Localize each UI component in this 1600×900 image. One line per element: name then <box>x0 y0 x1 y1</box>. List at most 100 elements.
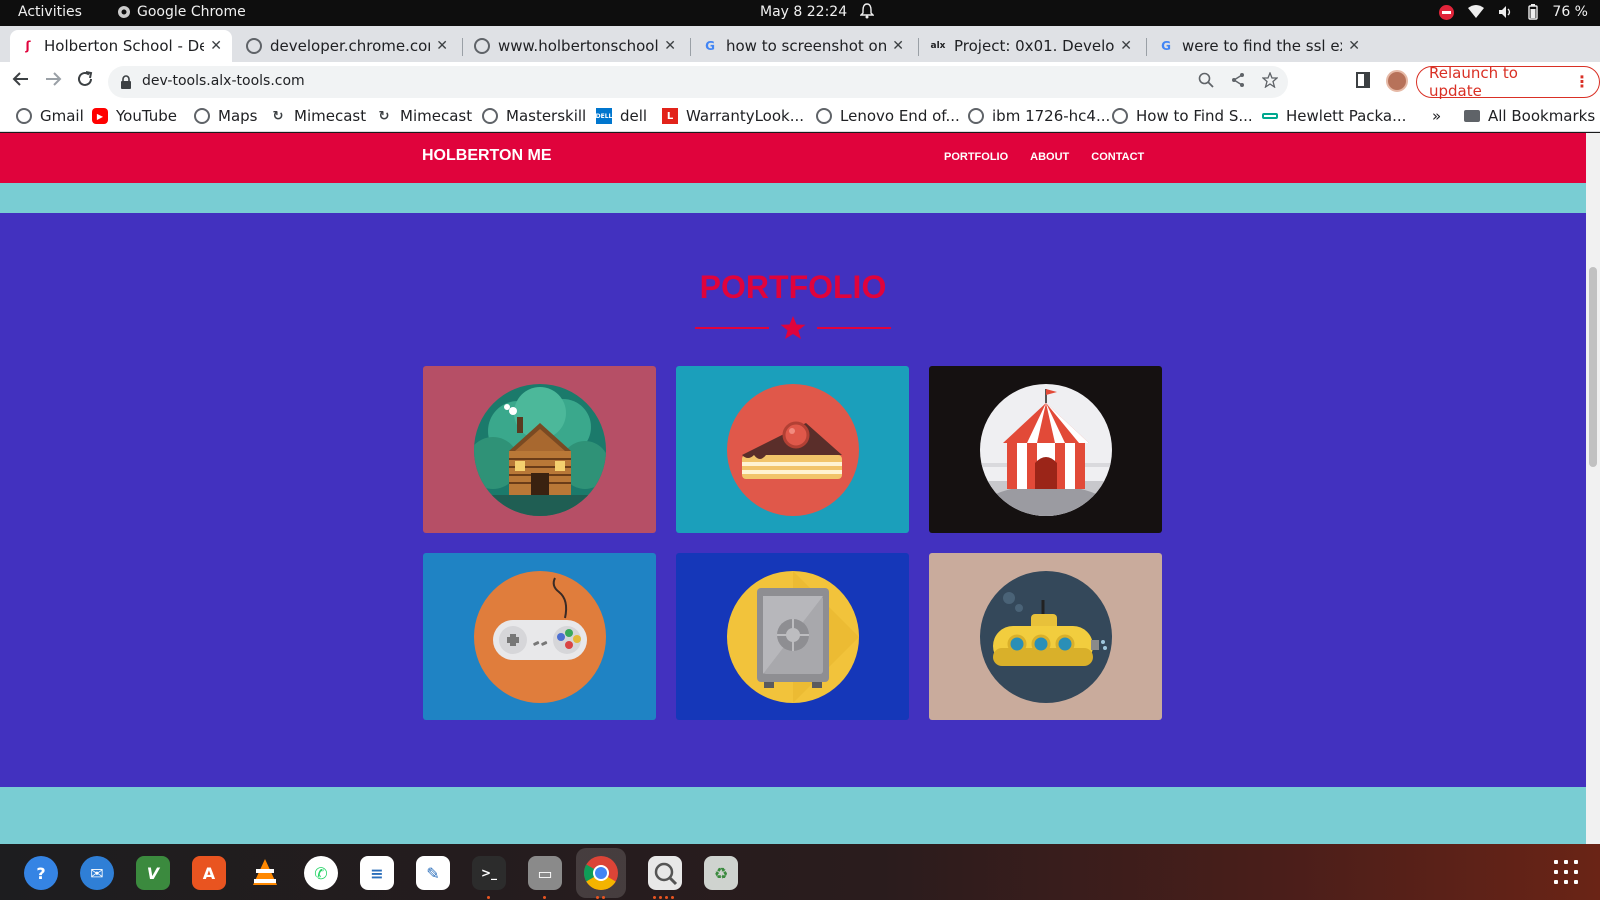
bookmarks-bar: Gmail ▶ YouTube Maps ↻ Mimecast ↻ Mimecast … <box>0 102 1600 132</box>
page-viewport: HOLBERTON ME PORTFOLIO ABOUT CONTACT POR… <box>0 133 1586 844</box>
share-icon[interactable] <box>1230 72 1246 92</box>
terminal-icon[interactable]: >_ <box>472 856 506 890</box>
software-center-icon[interactable]: A <box>192 856 226 890</box>
activities-button[interactable]: Activities <box>18 4 82 20</box>
close-icon[interactable]: ✕ <box>1348 38 1360 54</box>
relaunch-button[interactable]: Relaunch to update ⋮ <box>1416 64 1600 100</box>
portfolio-card-controller[interactable] <box>423 553 656 720</box>
mimecast-icon: ↻ <box>272 108 284 124</box>
files-icon[interactable]: ▭ <box>528 856 562 890</box>
show-apps-icon[interactable] <box>1554 860 1578 884</box>
text-editor-icon[interactable]: ✎ <box>416 856 450 890</box>
globe-icon <box>816 108 832 124</box>
portfolio-card-cake[interactable] <box>676 366 909 533</box>
bookmark-hewlett-packard[interactable]: Hewlett Packa... <box>1262 107 1406 125</box>
site-header: HOLBERTON ME PORTFOLIO ABOUT CONTACT <box>0 133 1586 183</box>
game-controller-image <box>473 570 606 703</box>
volume-icon <box>1499 6 1511 18</box>
hp-icon <box>1262 113 1278 119</box>
mimecast-icon: ↻ <box>378 108 390 124</box>
thunderbird-icon[interactable]: ✉ <box>80 856 114 890</box>
page-scrollbar[interactable] <box>1586 133 1600 844</box>
notification-bell-icon[interactable] <box>859 3 875 23</box>
vlc-icon[interactable] <box>248 856 282 890</box>
trash-icon[interactable]: ♻ <box>704 856 738 890</box>
battery-percent: 76 % <box>1552 4 1588 20</box>
bookmark-warrantylook[interactable]: L WarrantyLook... <box>662 107 804 125</box>
app-menu[interactable]: Google Chrome <box>117 4 246 20</box>
site-nav: PORTFOLIO ABOUT CONTACT <box>944 151 1144 163</box>
bookmark-dell[interactable]: DELL dell <box>596 107 647 125</box>
help-icon[interactable]: ? <box>24 856 58 890</box>
scrollbar-thumb[interactable] <box>1589 267 1597 467</box>
holberton-icon: ʃ <box>25 39 31 53</box>
tab-project[interactable]: alx Project: 0x01. Develope ✕ <box>920 30 1142 62</box>
whatsapp-icon[interactable]: ✆ <box>304 856 338 890</box>
bookmark-youtube[interactable]: ▶ YouTube <box>92 107 177 125</box>
close-icon[interactable]: ✕ <box>664 38 676 54</box>
forward-arrow-icon[interactable] <box>44 70 62 93</box>
battery-icon <box>1528 4 1539 20</box>
portfolio-card-circus[interactable] <box>929 366 1162 533</box>
globe-icon <box>474 38 490 54</box>
tab-holbertonschool[interactable]: www.holbertonschool. ✕ <box>464 30 686 62</box>
more-menu-icon[interactable]: ⋮ <box>1574 72 1590 91</box>
address-bar[interactable]: dev-tools.alx-tools.com <box>108 66 1288 98</box>
system-tray[interactable]: 76 % <box>1439 4 1588 20</box>
back-arrow-icon[interactable] <box>12 70 30 93</box>
nav-portfolio[interactable]: PORTFOLIO <box>944 151 1008 163</box>
relaunch-label: Relaunch to update <box>1429 64 1518 100</box>
bookmark-star-icon[interactable] <box>1261 71 1279 92</box>
writer-icon[interactable]: ≡ <box>360 856 394 890</box>
bookmark-how-to-find[interactable]: How to Find S... <box>1112 107 1253 125</box>
bookmark-ibm[interactable]: ibm 1726-hc4... <box>968 107 1110 125</box>
url-text[interactable]: dev-tools.alx-tools.com <box>142 73 305 89</box>
bookmarks-overflow-button[interactable]: » <box>1432 107 1441 125</box>
image-viewer-icon[interactable] <box>648 856 682 890</box>
bookmark-maps[interactable]: Maps <box>194 107 257 125</box>
portfolio-card-safe[interactable] <box>676 553 909 720</box>
tab-strip: ʃ Holberton School - Dev ✕ developer.chr… <box>0 26 1600 82</box>
vim-icon[interactable]: V <box>136 856 170 890</box>
log-cabin-image <box>473 383 606 516</box>
bookmark-masterskill[interactable]: Masterskill <box>482 107 586 125</box>
portfolio-title: PORTFOLIO <box>699 269 887 305</box>
running-indicator <box>653 896 674 899</box>
close-icon[interactable]: ✕ <box>1120 38 1132 54</box>
bookmark-mimecast[interactable]: ↻ Mimecast <box>270 107 367 125</box>
bookmark-gmail[interactable]: Gmail <box>16 107 84 125</box>
close-icon[interactable]: ✕ <box>210 38 222 54</box>
site-info-icon[interactable] <box>120 74 132 94</box>
chrome-app-icon <box>118 6 130 18</box>
nav-contact[interactable]: CONTACT <box>1091 151 1144 163</box>
bookmark-mimecast-2[interactable]: ↻ Mimecast <box>376 107 473 125</box>
bookmark-lenovo-end[interactable]: Lenovo End of... <box>816 107 960 125</box>
clock[interactable]: May 8 22:24 <box>760 4 847 20</box>
dock: ? ✉ V A ✆ ≡ ✎ >_ ▭ ♻ <box>0 844 1600 900</box>
site-brand[interactable]: HOLBERTON ME <box>422 147 551 165</box>
cake-slice-image <box>726 383 859 516</box>
chrome-icon[interactable] <box>576 848 626 898</box>
reload-icon[interactable] <box>76 70 94 93</box>
globe-icon <box>482 108 498 124</box>
tab-screenshot-search[interactable]: G how to screenshot on l ✕ <box>692 30 914 62</box>
close-icon[interactable]: ✕ <box>436 38 448 54</box>
tab-developer-chrome[interactable]: developer.chrome.com ✕ <box>236 30 458 62</box>
youtube-icon: ▶ <box>92 108 108 124</box>
nav-about[interactable]: ABOUT <box>1030 151 1069 163</box>
portfolio-card-cabin[interactable] <box>423 366 656 533</box>
portfolio-card-submarine[interactable] <box>929 553 1162 720</box>
lenovo-icon: L <box>662 108 678 124</box>
tab-divider <box>462 38 463 56</box>
zoom-icon[interactable] <box>1198 72 1214 92</box>
side-panel-icon[interactable] <box>1356 72 1370 88</box>
close-icon[interactable]: ✕ <box>892 38 904 54</box>
alx-icon: alx <box>930 41 946 51</box>
profile-avatar[interactable] <box>1386 70 1408 92</box>
tab-ssl-search[interactable]: G were to find the ssl exp ✕ <box>1148 30 1370 62</box>
tab-holberton[interactable]: ʃ Holberton School - Dev ✕ <box>10 30 232 62</box>
globe-icon <box>16 108 32 124</box>
all-bookmarks-button[interactable]: All Bookmarks <box>1464 107 1595 125</box>
folder-icon <box>1464 110 1480 122</box>
submarine-image <box>979 570 1112 703</box>
